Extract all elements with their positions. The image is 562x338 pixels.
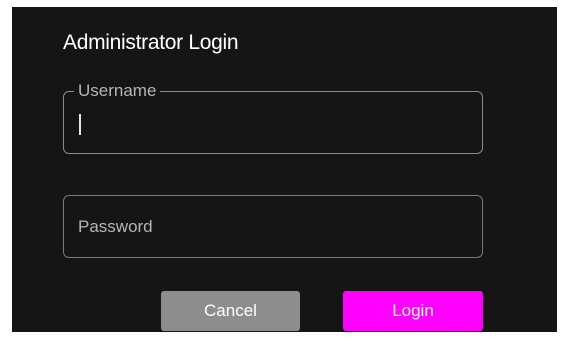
login-dialog: Administrator Login Username Password Ca… — [12, 7, 557, 332]
password-placeholder: Password — [78, 217, 153, 236]
login-button[interactable]: Login — [343, 291, 483, 331]
username-label: Username — [74, 81, 161, 101]
password-field[interactable]: Password — [63, 195, 483, 258]
cancel-button[interactable]: Cancel — [161, 291, 300, 331]
text-cursor — [79, 114, 81, 135]
username-field[interactable]: Username — [63, 81, 483, 154]
dialog-title: Administrator Login — [63, 31, 239, 54]
